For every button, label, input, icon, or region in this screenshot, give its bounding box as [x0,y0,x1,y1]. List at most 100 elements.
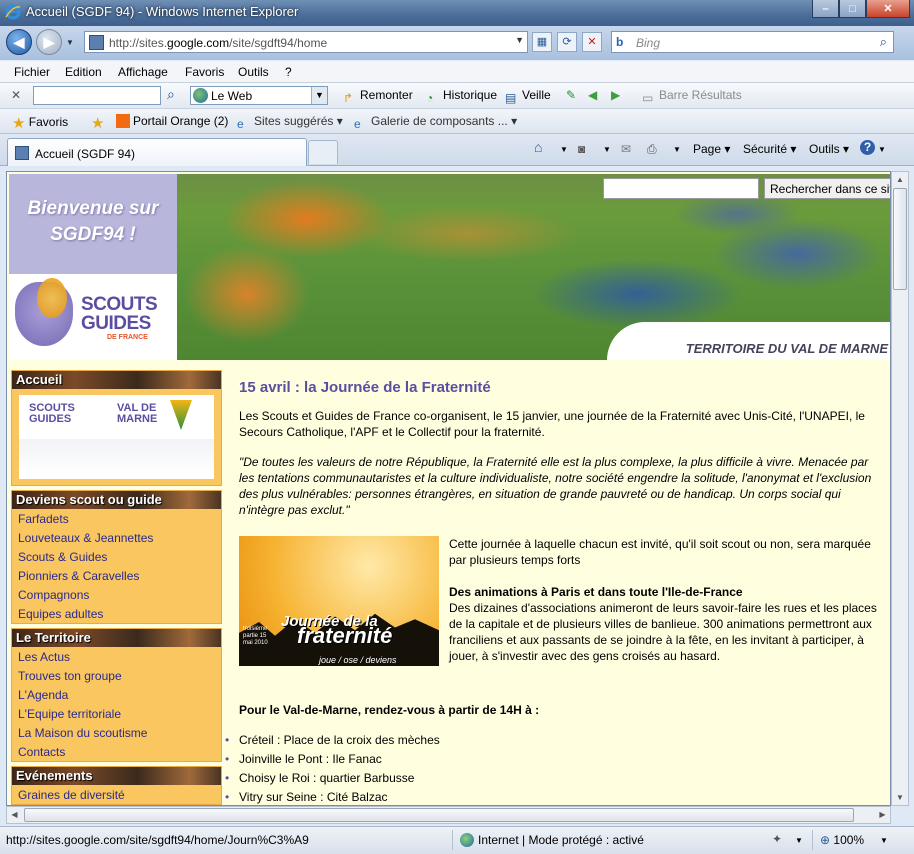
sidebar-item-agenda[interactable]: L'Agenda [12,685,221,704]
zoom-level[interactable]: ⊕ 100% [820,833,864,847]
fraternite-poster[interactable]: troisième partie 15 mai 2010 Journée de … [239,536,439,666]
sidebar-item-maison[interactable]: La Maison du scoutisme [12,723,221,742]
forward-button[interactable]: ▶ [36,29,62,55]
chevron-down-icon[interactable]: ▼ [878,145,886,154]
barre-resultats-button[interactable]: ▭ Barre Résultats [642,88,742,105]
remonter-button[interactable]: ↱ Remonter [343,88,413,105]
security-zone[interactable]: Internet | Mode protégé : activé [460,833,644,847]
sidebar-heading[interactable]: Accueil [12,371,221,389]
chevron-down-icon[interactable]: ▼ [560,145,568,154]
history-icon: ◔ [426,91,434,105]
sidebar-item-contacts[interactable]: Contacts [12,742,221,761]
help-icon[interactable]: ? [860,140,875,155]
compatibility-view-icon[interactable]: ▦ [532,32,552,52]
toolbar-search-icon[interactable]: ⌕ [167,86,175,103]
outils-menu[interactable]: Outils ▾ [809,142,849,156]
sidebar-item-louveteaux[interactable]: Louveteaux & Jeannettes [12,528,221,547]
previous-icon[interactable]: ◀ [588,88,597,102]
portail-orange-link[interactable]: Portail Orange (2) [116,114,228,128]
tab-accueil[interactable]: Accueil (SGDF 94) [7,138,307,166]
menu-edition[interactable]: Edition [65,65,102,79]
next-icon[interactable]: ▶ [611,88,620,102]
article-title: 15 avril : la Journée de la Fraternité [239,379,491,396]
status-bar: http://sites.google.com/site/sgdft94/hom… [0,826,914,854]
securite-menu[interactable]: Sécurité ▾ [743,142,796,156]
chevron-down-icon[interactable]: ▼ [880,836,888,845]
minimize-button[interactable]: – [812,0,839,18]
bing-search-box[interactable]: b Bing ⌕ [611,31,894,53]
window-controls: – □ ✕ [812,0,910,18]
sidebar-item-actus[interactable]: Les Actus [12,647,221,666]
toolbar-search-input[interactable] [33,86,161,105]
new-tab-button[interactable] [308,140,338,164]
page-content: Bienvenue sur SGDF94 ! SCOUTS GUIDES DE … [6,171,891,806]
sidebar-item-compagnons[interactable]: Compagnons [12,585,221,604]
tab-label: Accueil (SGDF 94) [35,147,136,161]
chevron-down-icon[interactable]: ▼ [795,836,803,845]
sidebar-item-equipes-adultes[interactable]: Equipes adultes [12,604,221,623]
rendez-vous-heading: Pour le Val-de-Marne, rendez-vous à part… [239,703,540,717]
scroll-left-icon[interactable]: ◀ [7,807,22,823]
menu-help[interactable]: ? [285,65,292,79]
maximize-button[interactable]: □ [839,0,866,18]
scroll-up-icon[interactable]: ▲ [892,172,908,187]
veille-button[interactable]: ▤ Veille [505,88,551,105]
vertical-scrollbar[interactable]: ▲ ▼ [891,171,909,806]
close-window-button[interactable]: ✕ [866,0,910,18]
history-dropdown-icon[interactable]: ▼ [66,38,74,47]
menu-fichier[interactable]: Fichier [14,65,50,79]
page-menu[interactable]: Page ▾ [693,142,730,156]
chevron-down-icon[interactable]: ▼ [603,145,611,154]
highlight-icon[interactable]: ✎ [566,88,576,102]
site-search-input[interactable] [603,178,759,199]
sidebar-item-scouts[interactable]: Scouts & Guides [12,547,221,566]
scroll-down-icon[interactable]: ▼ [892,790,908,805]
welcome-banner: Bienvenue sur SGDF94 ! [9,174,177,274]
address-url[interactable]: http://sites.google.com/site/sgdft94/hom… [109,36,327,50]
sidebar-item-groupe[interactable]: Trouves ton groupe [12,666,221,685]
refresh-icon[interactable]: ⟳ [557,32,577,52]
sidebar: Accueil SCOUTS GUIDES VAL DE MARNE Devie… [11,370,222,805]
mail-icon[interactable]: ✉ [621,142,631,156]
vertical-scroll-thumb[interactable] [893,188,907,290]
sidebar-item-equipe[interactable]: L'Equipe territoriale [12,704,221,723]
sidebar-heading: Deviens scout ou guide [12,491,221,509]
horizontal-scroll-thumb[interactable] [24,808,854,822]
stop-icon[interactable]: ✕ [582,32,602,52]
home-icon[interactable]: ⌂ [534,139,542,155]
title-bar: Accueil (SGDF 94) - Windows Internet Exp… [0,0,914,26]
sidebar-section-deviens: Deviens scout ou guide Farfadets Louvete… [11,490,222,624]
bing-icon: b [616,35,624,49]
protected-mode-icon[interactable]: ✦ [772,832,782,846]
sidebar-item-pionniers[interactable]: Pionniers & Caravelles [12,566,221,585]
horizontal-scrollbar[interactable]: ◀ ▶ [6,806,891,824]
search-engine-select[interactable]: Le Web ▼ [190,86,328,105]
sites-suggeres-link[interactable]: e Sites suggérés ▾ [237,114,343,131]
historique-button[interactable]: ◔ Historique [426,88,497,105]
search-icon[interactable]: ⌕ [880,34,887,50]
favoris-button[interactable]: ★ Favoris [12,114,68,132]
sidebar-item-graines[interactable]: Graines de diversité [12,785,221,804]
menu-outils[interactable]: Outils [238,65,269,79]
search-placeholder: Bing [636,36,661,50]
back-button[interactable]: ◀ [6,29,32,55]
menu-favoris[interactable]: Favoris [185,65,224,79]
page-favicon [15,146,29,160]
list-item: • Créteil : Place de la croix des mèches [225,733,440,747]
menu-affichage[interactable]: Affichage [118,65,168,79]
scroll-right-icon[interactable]: ▶ [875,807,890,823]
sidebar-item-farfadets[interactable]: Farfadets [12,509,221,528]
add-favorite-icon[interactable]: ★ [91,114,104,132]
print-icon[interactable]: ⎙ [647,142,657,157]
val-de-marne-logo[interactable]: SCOUTS GUIDES VAL DE MARNE [19,395,214,479]
address-dropdown-icon[interactable]: ▼ [515,35,524,45]
rss-icon[interactable]: ◙ [578,142,585,156]
chevron-down-icon[interactable]: ▼ [673,145,681,154]
places-list: • Créteil : Place de la croix des mèches … [225,732,877,805]
close-toolbar-icon[interactable]: ✕ [11,88,21,102]
scouts-guides-logo[interactable]: SCOUTS GUIDES DE FRANCE [9,274,177,360]
ie-page-icon: e [354,117,361,131]
site-search-button[interactable]: Rechercher dans ce site [764,178,890,199]
galerie-composants-link[interactable]: e Galerie de composants ... ▾ [354,114,517,131]
address-bar[interactable]: http://sites.google.com/site/sgdft94/hom… [84,31,528,53]
